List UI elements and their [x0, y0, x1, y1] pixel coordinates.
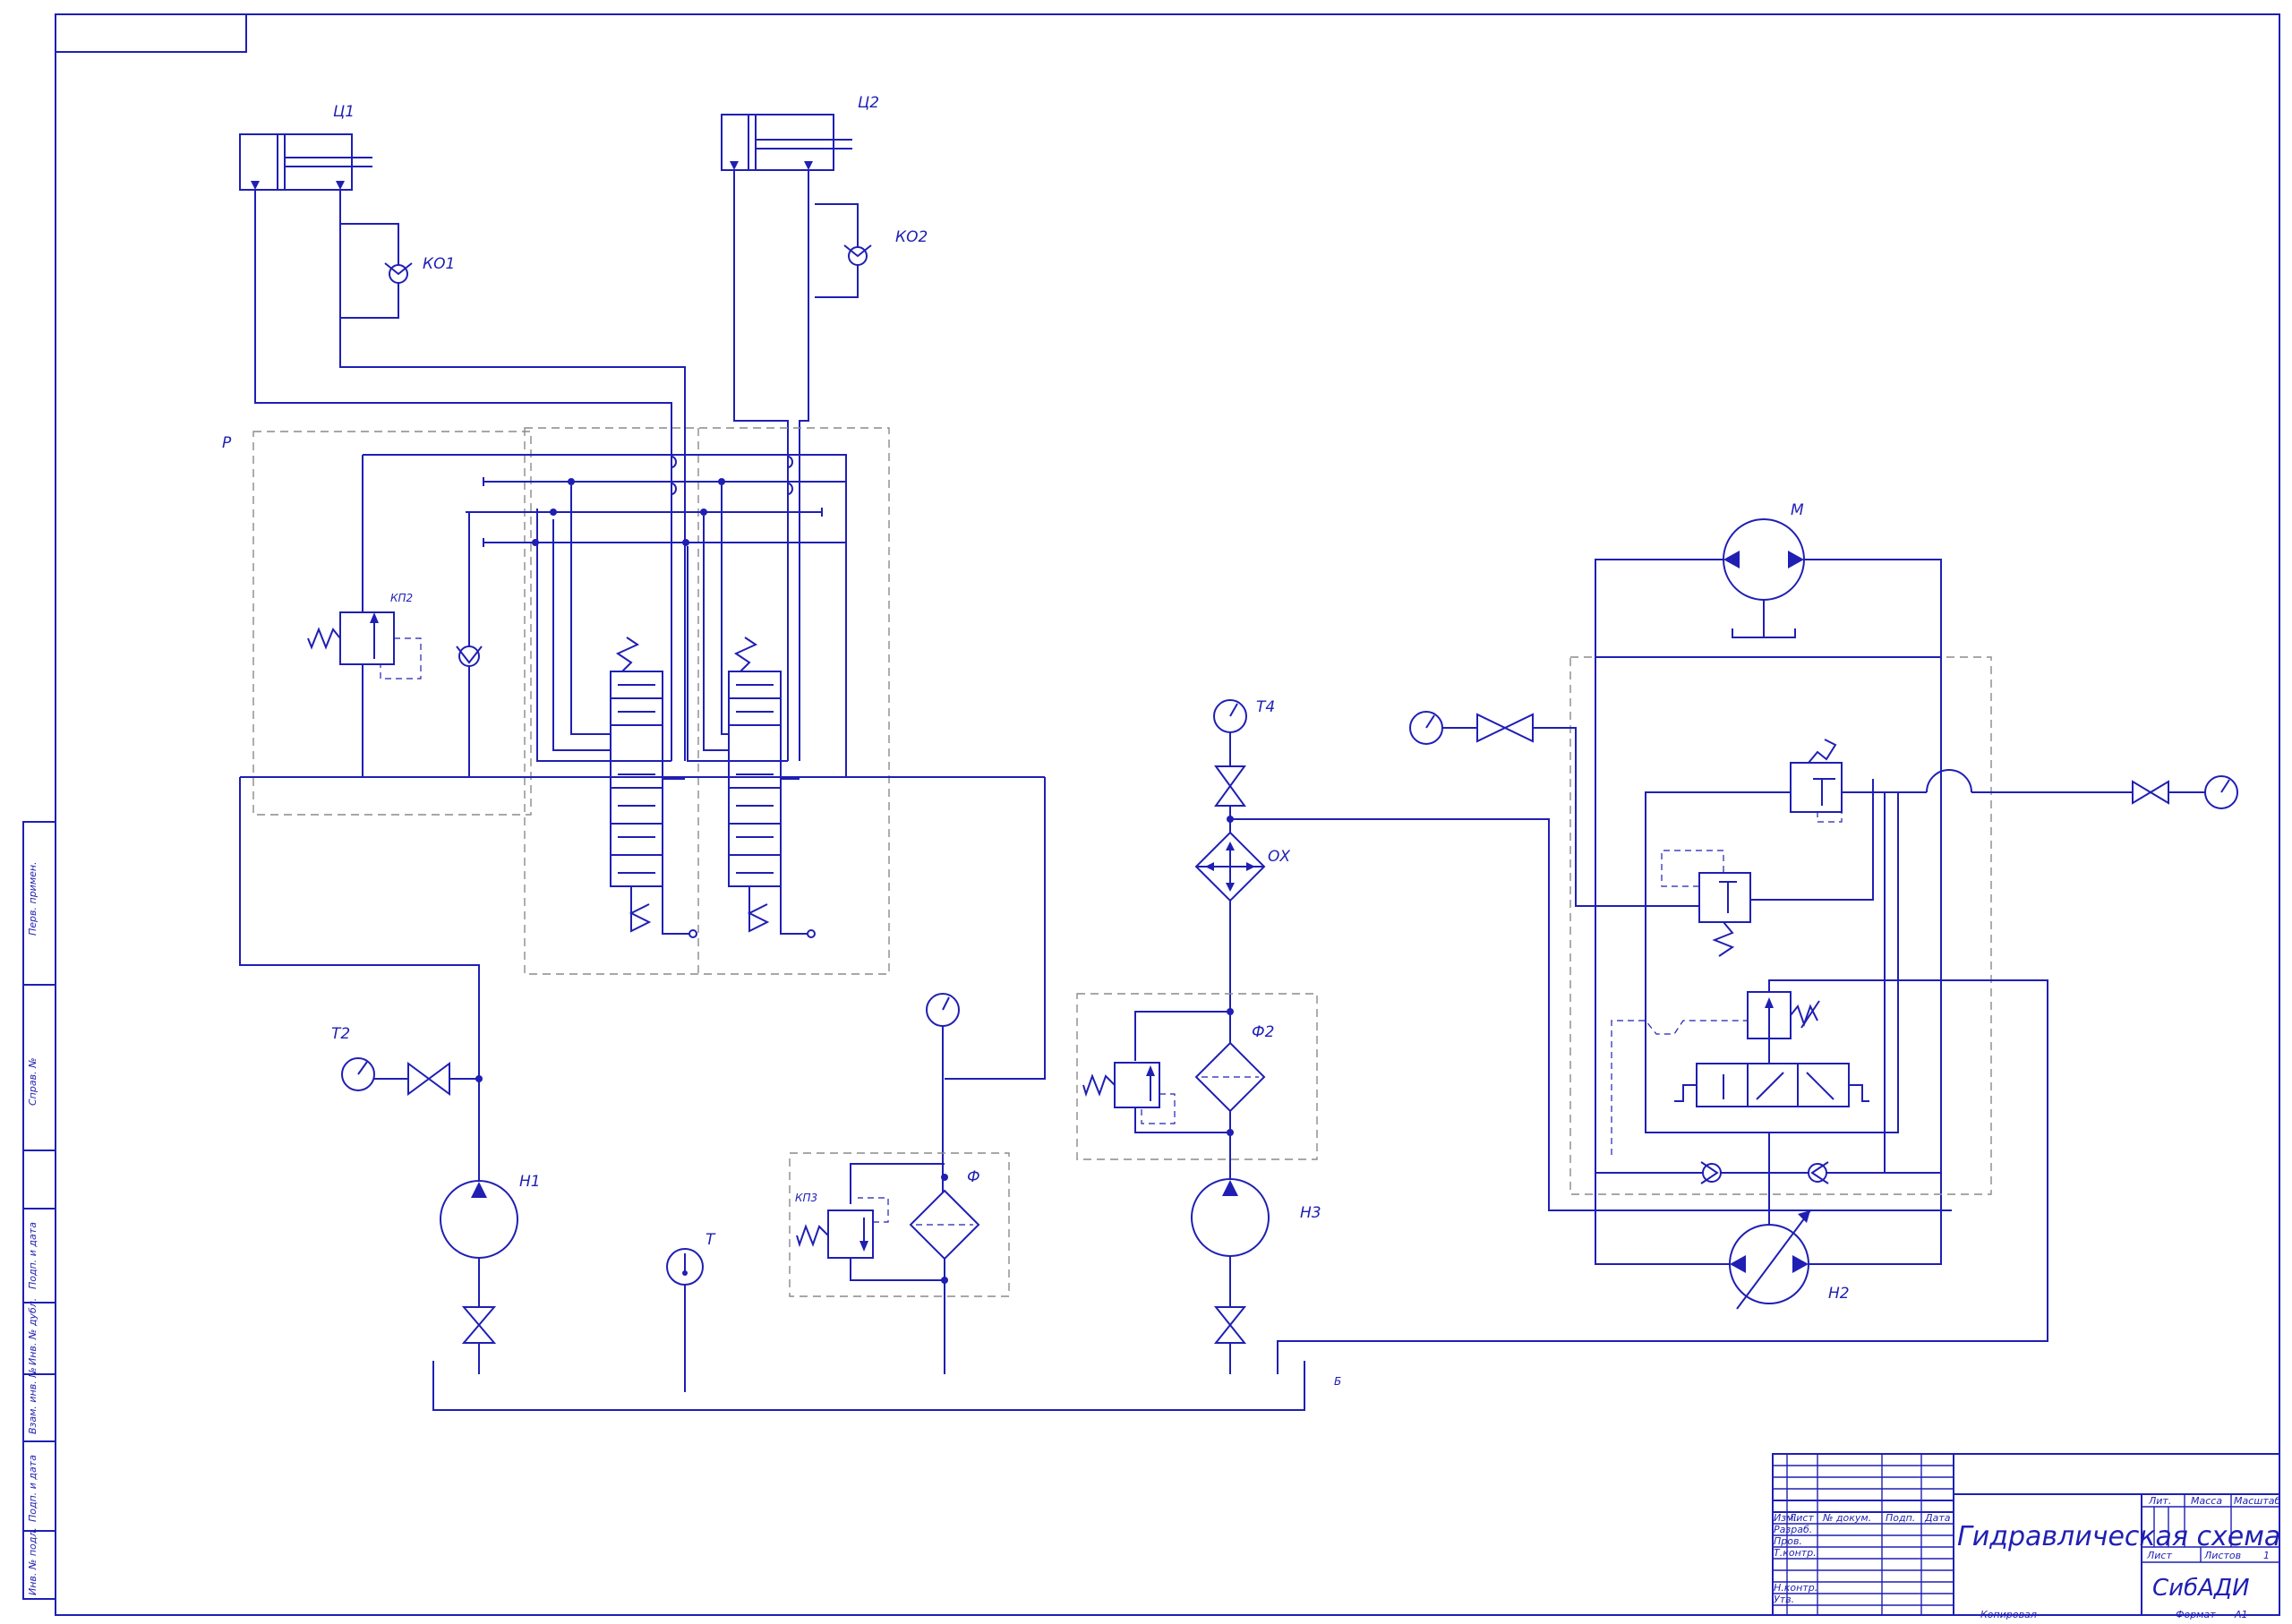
label-f2: Ф2: [1252, 1023, 1274, 1041]
stamp-perv-primen: Перв. примен.: [27, 861, 38, 936]
tb-list: Лист: [1788, 1512, 1814, 1524]
tb-format: Формат: [2176, 1609, 2216, 1620]
label-ox: ОХ: [1268, 848, 1290, 866]
label-b: Б: [1334, 1375, 1341, 1388]
hydrostatic-transmission: М Н2: [1277, 501, 2238, 1374]
stamp-sprav: Справ. №: [27, 1057, 38, 1106]
thermometer-t: Т: [666, 1231, 716, 1392]
tb-sheet: Лист: [2146, 1550, 2172, 1561]
tb-massa: Масса: [2191, 1495, 2222, 1507]
label-m: М: [1791, 501, 1804, 519]
cylinder-c1: Ц1: [239, 103, 372, 191]
pump-h1: Н1: [440, 1173, 541, 1374]
hydraulic-drawing-sheet: Перв. примен. Справ. № Подп. и дата Инв.…: [0, 0, 2292, 1620]
tb-tkontr: Т.контр.: [1774, 1547, 1817, 1559]
check-valve-ko1: КО1: [340, 223, 455, 319]
drawing-title: Гидравлическая схема: [1957, 1521, 2280, 1552]
label-t4: Т4: [1256, 698, 1275, 716]
gauge-t2: Т2: [331, 1025, 483, 1096]
organization: СибАДИ: [2152, 1575, 2250, 1602]
label-h2: Н2: [1828, 1285, 1850, 1303]
label-ko2: КО2: [895, 228, 928, 246]
label-p: Р: [222, 434, 232, 452]
title-block: Изм. Лист № докум. Подп. Дата Разраб. Пр…: [1772, 1453, 2280, 1620]
cylinder-c2: Ц2: [721, 94, 879, 171]
check-valve-ko2: КО2: [815, 203, 928, 298]
label-t: Т: [706, 1231, 716, 1249]
tb-format-value: А1: [2234, 1609, 2248, 1620]
tb-lit: Лит.: [2148, 1495, 2171, 1507]
tb-masshtab: Масштаб: [2234, 1495, 2280, 1507]
label-h3: Н3: [1300, 1204, 1321, 1222]
tb-sheets-count: 1: [2263, 1550, 2270, 1561]
label-c2: Ц2: [858, 94, 879, 112]
tb-prov: Пров.: [1774, 1535, 1802, 1547]
filter-f: КП3 Ф: [789, 993, 1010, 1374]
label-ko1: КО1: [423, 255, 455, 273]
drawing-frame: [55, 13, 2280, 1616]
tb-utv: Утв.: [1774, 1594, 1794, 1605]
stamp-inv-dubl: Инв. № дубл.: [27, 1298, 38, 1365]
side-stamp: Перв. примен. Справ. № Подп. и дата Инв.…: [22, 821, 56, 1600]
tb-data: Дата: [1924, 1512, 1951, 1524]
tb-copied: Копировал: [1980, 1609, 2037, 1620]
label-t2: Т2: [331, 1025, 350, 1043]
label-f: Ф: [967, 1168, 980, 1186]
tb-n-dokum: № докум.: [1822, 1512, 1871, 1524]
stamp-inv-podl: Инв. № подл.: [27, 1527, 38, 1595]
label-kp2: КП2: [390, 592, 413, 604]
tb-razrab: Разраб.: [1774, 1524, 1812, 1535]
stamp-podp-data-1: Подп. и дата: [27, 1222, 38, 1289]
tb-sheets: Листов: [2203, 1550, 2241, 1561]
stamp-vzam-inv: Взам. инв. №: [27, 1367, 38, 1434]
label-kp3: КП3: [795, 1192, 817, 1204]
label-h1: Н1: [519, 1173, 541, 1191]
tb-podp: Подп.: [1886, 1512, 1915, 1524]
stamp-podp-data-2: Подп. и дата: [27, 1455, 38, 1522]
tb-nkontr: Н.контр.: [1774, 1582, 1817, 1594]
label-c1: Ц1: [333, 103, 355, 121]
hydraulic-schematic: Перв. примен. Справ. № Подп. и дата Инв.…: [22, 13, 2280, 1620]
tank-b: Б: [432, 1361, 1341, 1411]
cylinder-lines: [254, 170, 809, 761]
distributor-p: Р КП2: [222, 427, 890, 975]
